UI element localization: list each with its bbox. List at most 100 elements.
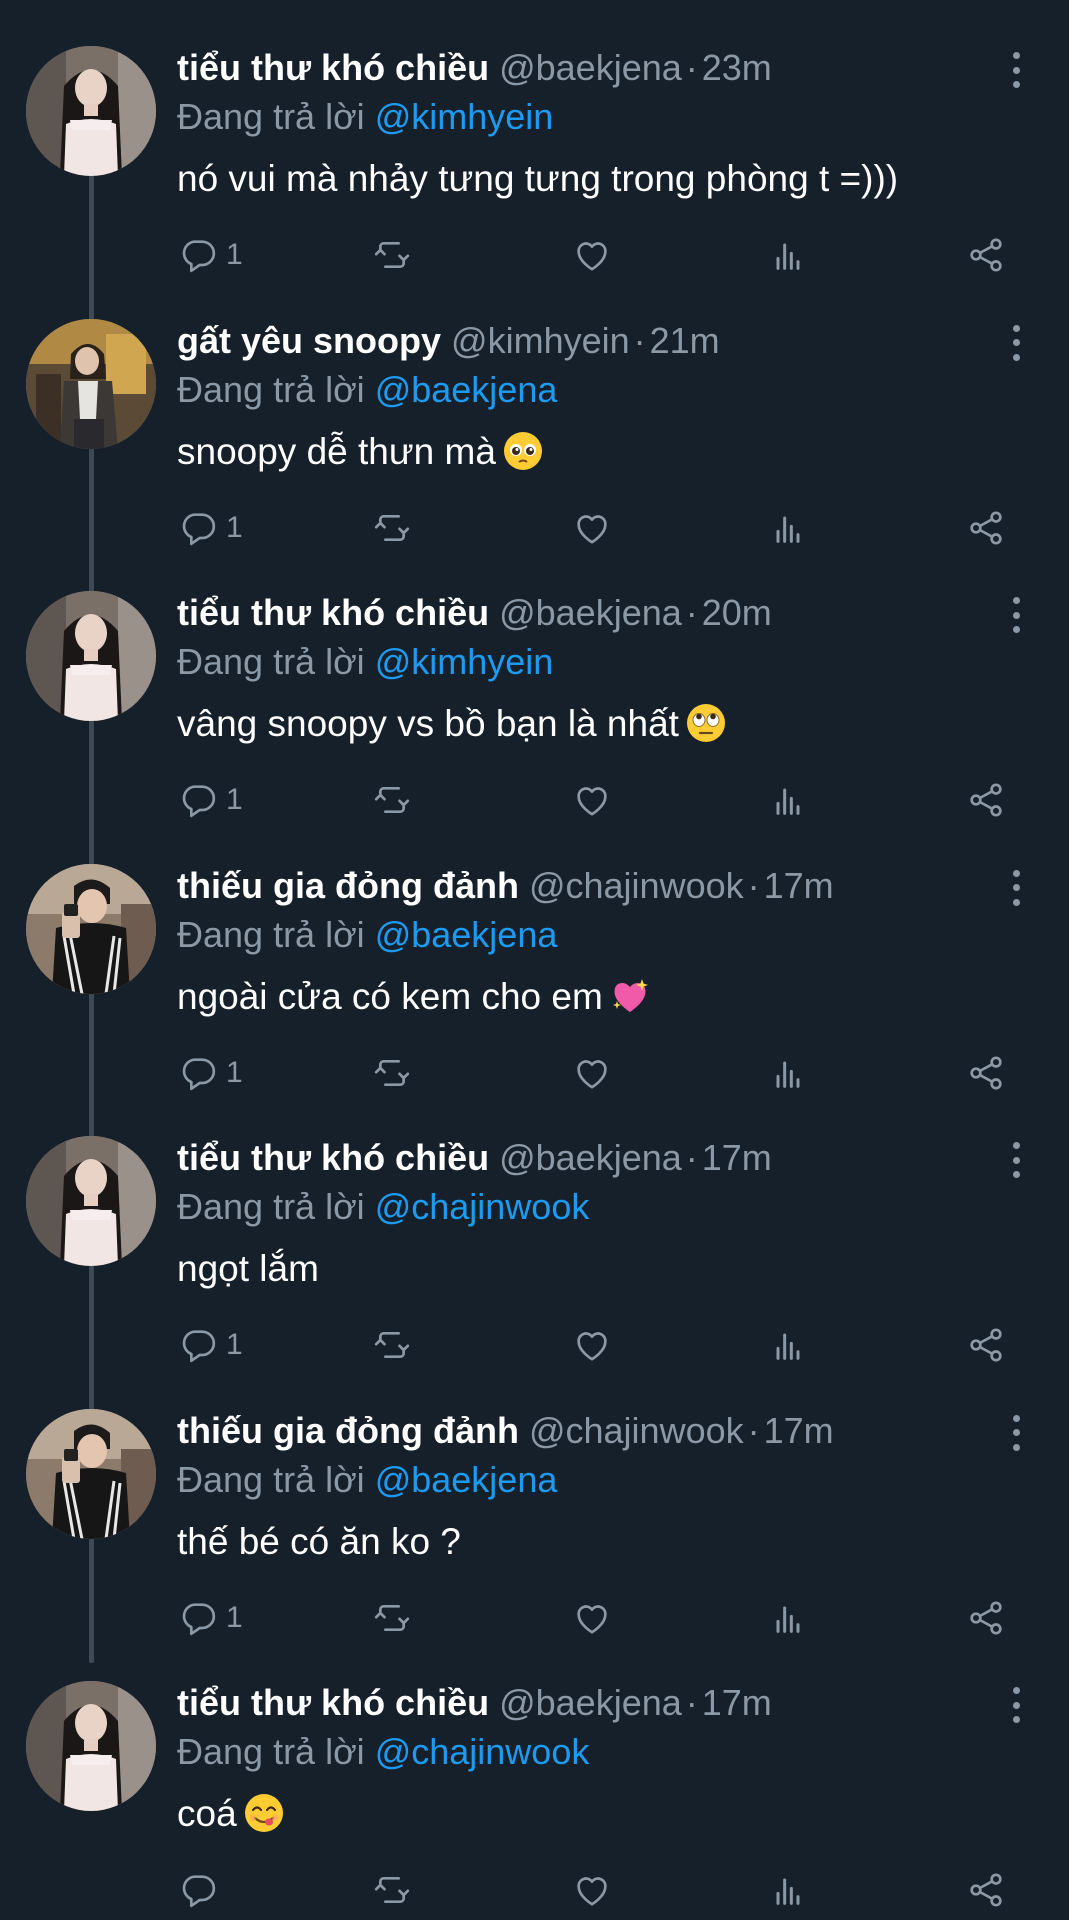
user-handle[interactable]: @kimhyein — [451, 320, 630, 361]
like-button[interactable] — [572, 503, 612, 553]
timestamp[interactable]: 17m — [764, 1410, 834, 1451]
more-vertical-icon[interactable] — [1007, 52, 1025, 88]
reply-button[interactable]: 1 — [178, 775, 243, 825]
heart-icon — [572, 1325, 612, 1365]
like-button[interactable] — [572, 1048, 612, 1098]
user-handle[interactable]: @chajinwook — [529, 865, 744, 906]
reply-button[interactable] — [178, 1865, 218, 1915]
reply-thread: tiểu thư khó chiều @baekjena · 23m Đang trả… — [0, 0, 1069, 1920]
yum-face-emoji — [243, 1792, 285, 1834]
retweet-button[interactable] — [372, 1048, 412, 1098]
mention-link[interactable]: @chajinwook — [375, 1731, 590, 1772]
mention-link[interactable]: @kimhyein — [375, 96, 554, 137]
like-button[interactable] — [572, 1865, 612, 1915]
mention-link[interactable]: @kimhyein — [375, 641, 554, 682]
views-button[interactable] — [768, 1048, 808, 1098]
more-vertical-icon[interactable] — [1007, 1687, 1025, 1723]
user-handle[interactable]: @baekjena — [499, 1682, 682, 1723]
more-vertical-icon[interactable] — [1007, 1142, 1025, 1178]
reply-count: 1 — [226, 238, 243, 271]
retweet-button[interactable] — [372, 1865, 412, 1915]
like-button[interactable] — [572, 1593, 612, 1643]
avatar[interactable] — [26, 318, 156, 449]
replying-to-label: Đang trả lời — [177, 96, 375, 137]
share-button[interactable] — [966, 1048, 1006, 1098]
views-button[interactable] — [768, 230, 808, 280]
avatar[interactable] — [26, 1136, 156, 1266]
retweet-button[interactable] — [372, 230, 412, 280]
timestamp[interactable]: 20m — [702, 592, 772, 633]
more-vertical-icon[interactable] — [1007, 324, 1025, 361]
mention-link[interactable]: @baekjena — [375, 1459, 558, 1500]
replying-to: Đang trả lời @kimhyein — [177, 639, 553, 685]
heart-icon — [572, 235, 612, 275]
timestamp[interactable]: 17m — [702, 1137, 772, 1178]
mention-link[interactable]: @baekjena — [375, 914, 558, 955]
retweet-button[interactable] — [372, 503, 412, 553]
avatar[interactable] — [26, 46, 156, 176]
avatar[interactable] — [26, 863, 156, 994]
reply-button[interactable]: 1 — [178, 1320, 243, 1370]
share-icon — [966, 1598, 1006, 1638]
share-button[interactable] — [966, 775, 1006, 825]
more-vertical-icon[interactable] — [1007, 597, 1025, 633]
more-vertical-icon[interactable] — [1007, 869, 1025, 906]
share-button[interactable] — [966, 1593, 1006, 1643]
avatar[interactable] — [26, 1681, 156, 1811]
timestamp[interactable]: 23m — [702, 47, 772, 88]
replying-to: Đang trả lời @chajinwook — [177, 1729, 589, 1775]
reply-button[interactable]: 1 — [178, 503, 243, 553]
views-button[interactable] — [768, 1865, 808, 1915]
mention-link[interactable]: @baekjena — [375, 369, 558, 410]
tweet[interactable]: tiểu thư khó chiều @baekjena · 23m Đang trả… — [0, 12, 1069, 284]
timestamp[interactable]: 21m — [650, 320, 720, 361]
share-button[interactable] — [966, 230, 1006, 280]
avatar[interactable] — [26, 1408, 156, 1539]
like-button[interactable] — [572, 1320, 612, 1370]
display-name[interactable]: tiểu thư khó chiều — [177, 1682, 489, 1723]
display-name[interactable]: tiểu thư khó chiều — [177, 47, 489, 88]
user-handle[interactable]: @chajinwook — [529, 1410, 744, 1451]
views-button[interactable] — [768, 503, 808, 553]
display-name[interactable]: tiểu thư khó chiều — [177, 1137, 489, 1178]
display-name[interactable]: gất yêu snoopy — [177, 320, 441, 361]
more-vertical-icon[interactable] — [1007, 1414, 1025, 1451]
share-button[interactable] — [966, 1865, 1006, 1915]
timestamp[interactable]: 17m — [702, 1682, 772, 1723]
tweet[interactable]: thiếu gia đỏng đảnh @chajinwook · 17m Đang … — [0, 830, 1069, 1102]
retweet-button[interactable] — [372, 1593, 412, 1643]
display-name[interactable]: thiếu gia đỏng đảnh — [177, 1410, 519, 1451]
tweet[interactable]: tiểu thư khó chiều @baekjena · 17m Đang trả… — [0, 1647, 1069, 1919]
retweet-button[interactable] — [372, 1320, 412, 1370]
mention-link[interactable]: @chajinwook — [375, 1186, 590, 1227]
reply-button[interactable]: 1 — [178, 1048, 243, 1098]
tweet[interactable]: thiếu gia đỏng đảnh @chajinwook · 17m Đang … — [0, 1375, 1069, 1647]
reply-button[interactable]: 1 — [178, 1593, 243, 1643]
user-handle[interactable]: @baekjena — [499, 47, 682, 88]
reply-button[interactable]: 1 — [178, 230, 243, 280]
replying-to-label: Đang trả lời — [177, 368, 375, 410]
avatar[interactable] — [26, 591, 156, 721]
rolling-eyes-face-emoji — [685, 702, 727, 744]
action-bar — [0, 1865, 1069, 1915]
views-button[interactable] — [768, 1593, 808, 1643]
display-name[interactable]: tiểu thư khó chiều — [177, 592, 489, 633]
user-handle[interactable]: @baekjena — [499, 592, 682, 633]
timestamp[interactable]: 17m — [764, 865, 834, 906]
reply-count: 1 — [226, 1328, 243, 1361]
tweet[interactable]: tiểu thư khó chiều @baekjena · 20m Đang trả… — [0, 557, 1069, 829]
tweet[interactable]: gất yêu snoopy @kimhyein · 21m Đang trả lời… — [0, 285, 1069, 557]
retweet-button[interactable] — [372, 775, 412, 825]
tweet[interactable]: tiểu thư khó chiều @baekjena · 17m Đang trả… — [0, 1102, 1069, 1374]
views-button[interactable] — [768, 775, 808, 825]
views-button[interactable] — [768, 1320, 808, 1370]
views-icon — [768, 1053, 808, 1093]
tweet-header: tiểu thư khó chiều @baekjena · 17m — [177, 1679, 979, 1727]
like-button[interactable] — [572, 775, 612, 825]
user-handle[interactable]: @baekjena — [499, 1137, 682, 1178]
share-button[interactable] — [966, 503, 1006, 553]
like-button[interactable] — [572, 230, 612, 280]
display-name[interactable]: thiếu gia đỏng đảnh — [177, 865, 519, 906]
share-button[interactable] — [966, 1320, 1006, 1370]
tweet-header: thiếu gia đỏng đảnh @chajinwook · 17m — [177, 1407, 979, 1455]
